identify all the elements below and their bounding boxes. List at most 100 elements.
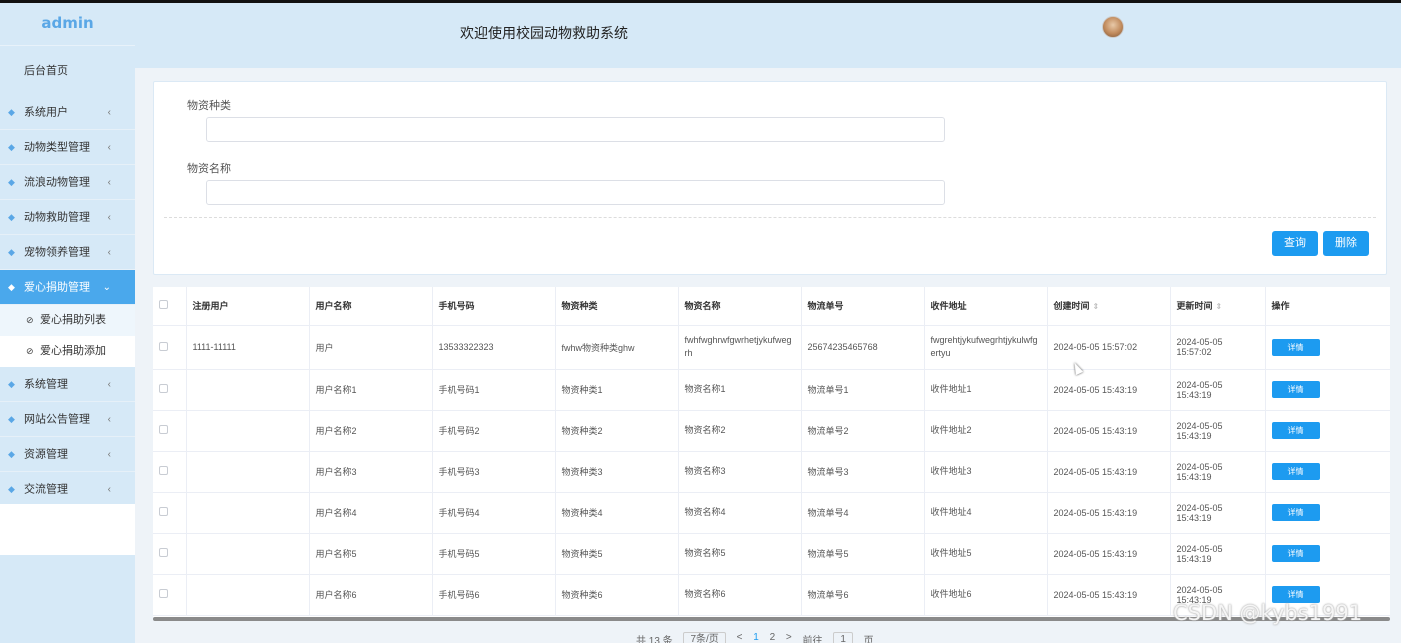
table-cell: fwhw物资种类ghw (555, 325, 679, 370)
row-checkbox[interactable] (159, 425, 168, 434)
table-cell: 2024-05-05 15:43:19 (1047, 574, 1171, 616)
table-cell (186, 410, 310, 452)
sidebar-item-animal-rescue[interactable]: ◆ 动物救助管理 ‹ (0, 200, 135, 235)
table-cell: 手机号码6 (432, 574, 556, 616)
name-input[interactable] (206, 180, 945, 205)
table-cell: 2024-05-05 15:43:19 (1170, 369, 1266, 411)
chevron-left-icon: ‹ (107, 142, 111, 153)
sidebar-item-pet-adoption[interactable]: ◆ 宠物领养管理 ‹ (0, 235, 135, 270)
submenu-item-donation-list[interactable]: ⊘ 爱心捐助列表 (0, 305, 135, 336)
table-header-row: 注册用户 用户名称 手机号码 物资种类 物资名称 物流单号 收件地址 创建时间 ⇕… (153, 287, 1390, 326)
table-cell: 2024-05-05 15:43:19 (1170, 410, 1266, 452)
sidebar-item-stray-animals[interactable]: ◆ 流浪动物管理 ‹ (0, 165, 135, 200)
table-cell: 1111-11111 (186, 325, 310, 370)
table-cell: 物流单号4 (801, 492, 925, 534)
table-cell: 物流单号1 (801, 369, 925, 411)
total-count: 共 13 条 (636, 636, 673, 643)
sidebar-item-donation[interactable]: ◆ 爱心捐助管理 ⌄ (0, 270, 135, 305)
category-input[interactable] (206, 117, 945, 142)
table-cell: 2024-05-05 15:43:19 (1047, 369, 1171, 411)
row-checkbox[interactable] (159, 507, 168, 516)
sidebar-item-resources[interactable]: ◆ 资源管理 ‹ (0, 437, 135, 472)
sort-icon[interactable]: ⇕ (1093, 302, 1100, 311)
sidebar-empty-area (0, 504, 135, 555)
sortable-column-header[interactable]: 更新时间 ⇕ (1170, 287, 1266, 326)
column-header: 用户名称 (309, 287, 433, 326)
table-row[interactable]: 用户名称1 手机号码1 物资种类1 物资名称1 物流单号1 收件地址1 2024-05-05… (153, 369, 1390, 411)
detail-button[interactable]: 详情 (1271, 463, 1320, 480)
table-cell: 物资名称4 (678, 492, 802, 534)
sidebar-home-link[interactable]: 后台首页 (0, 45, 135, 95)
sidebar-item-label: 爱心捐助管理 (24, 281, 90, 294)
table-cell: 物资种类3 (555, 451, 679, 493)
chevron-left-icon: ‹ (107, 414, 111, 425)
detail-button[interactable]: 详情 (1271, 504, 1320, 521)
column-header: 收件地址 (924, 287, 1048, 326)
detail-button[interactable]: 详情 (1271, 422, 1320, 439)
table-cell: 收件地址5 (924, 533, 1048, 575)
table-row[interactable]: 用户名称4 手机号码4 物资种类4 物资名称4 物流单号4 收件地址4 2024-05-05… (153, 492, 1390, 534)
chevron-left-icon: ‹ (107, 449, 111, 460)
submenu-item-donation-add[interactable]: ⊘ 爱心捐助添加 (0, 336, 135, 367)
page-size-select[interactable]: 7条/页 (683, 632, 726, 643)
select-all-checkbox[interactable] (159, 300, 168, 310)
top-header: 欢迎使用校园动物救助系统 (135, 3, 1401, 68)
diamond-icon: ◆ (8, 107, 15, 117)
actions-cell: 详情 (1265, 492, 1390, 534)
table-cell: 2024-05-05 15:43:19 (1047, 533, 1171, 575)
page-number[interactable]: 1 (753, 632, 759, 643)
table-cell: 2024-05-05 15:43:19 (1047, 410, 1171, 452)
table-row[interactable]: 用户名称5 手机号码5 物资种类5 物资名称5 物流单号5 收件地址5 2024-05-05… (153, 533, 1390, 575)
row-select-cell (153, 533, 187, 575)
row-checkbox[interactable] (159, 341, 168, 351)
pagination: 共 13 条 7条/页 < 1 2 > 前往 1 页 (636, 632, 882, 643)
sidebar-item-label: 动物救助管理 (24, 211, 90, 224)
row-select-cell (153, 574, 187, 616)
table-cell: 用户名称5 (309, 533, 433, 575)
detail-button[interactable]: 详情 (1271, 381, 1320, 398)
column-header-label: 更新时间 (1176, 301, 1213, 312)
diamond-icon: ◆ (8, 449, 15, 459)
sidebar-item-system-management[interactable]: ◆ 系统管理 ‹ (0, 367, 135, 402)
diamond-icon: ◆ (8, 282, 15, 292)
row-checkbox[interactable] (159, 466, 168, 475)
row-checkbox[interactable] (159, 548, 168, 557)
prev-page-button[interactable]: < (737, 632, 743, 643)
actions-cell: 详情 (1265, 325, 1390, 370)
diamond-icon: ◆ (8, 247, 15, 257)
table-cell: 物资名称3 (678, 451, 802, 493)
goto-input[interactable]: 1 (833, 632, 853, 643)
table-cell: 物流单号6 (801, 574, 925, 616)
detail-button[interactable]: 详情 (1271, 545, 1320, 562)
row-checkbox[interactable] (159, 384, 168, 393)
sidebar-item-animal-types[interactable]: ◆ 动物类型管理 ‹ (0, 130, 135, 165)
next-page-button[interactable]: > (786, 632, 792, 643)
chevron-left-icon: ‹ (107, 247, 111, 258)
page-number[interactable]: 2 (770, 632, 776, 643)
row-checkbox[interactable] (159, 589, 168, 598)
table-cell: 2024-05-05 15:57:02 (1047, 325, 1171, 370)
table-cell (186, 533, 310, 575)
sidebar-item-announcements[interactable]: ◆ 网站公告管理 ‹ (0, 402, 135, 437)
table-cell: 25674235465768 (801, 325, 925, 370)
sidebar-item-label: 动物类型管理 (24, 141, 90, 154)
column-header: 注册用户 (186, 287, 310, 326)
actions-cell: 详情 (1265, 451, 1390, 493)
table-row[interactable]: 1111-11111 用户 13533322323 fwhw物资种类ghw fwhfwg… (153, 325, 1390, 370)
sidebar-item-system-users[interactable]: ◆ 系统用户 ‹ (0, 95, 135, 130)
table-cell: 收件地址1 (924, 369, 1048, 411)
actions-cell: 详情 (1265, 533, 1390, 575)
table-row[interactable]: 用户名称2 手机号码2 物资种类2 物资名称2 物流单号2 收件地址2 2024-05-05… (153, 410, 1390, 452)
detail-button[interactable]: 详情 (1271, 338, 1320, 356)
sidebar-item-label: 宠物领养管理 (24, 246, 90, 259)
table-row[interactable]: 用户名称3 手机号码3 物资种类3 物资名称3 物流单号3 收件地址3 2024-05-05… (153, 451, 1390, 493)
delete-button[interactable]: 删除 (1323, 231, 1369, 256)
sidebar-item-label: 流浪动物管理 (24, 176, 90, 189)
sort-icon[interactable]: ⇕ (1216, 302, 1223, 311)
table-cell: 手机号码4 (432, 492, 556, 534)
avatar[interactable] (1102, 16, 1124, 38)
sortable-column-header[interactable]: 创建时间 ⇕ (1047, 287, 1171, 326)
sidebar-item-exchange[interactable]: ◆ 交流管理 ‹ (0, 472, 135, 507)
query-button[interactable]: 查询 (1272, 231, 1318, 256)
table-cell: 物资种类5 (555, 533, 679, 575)
